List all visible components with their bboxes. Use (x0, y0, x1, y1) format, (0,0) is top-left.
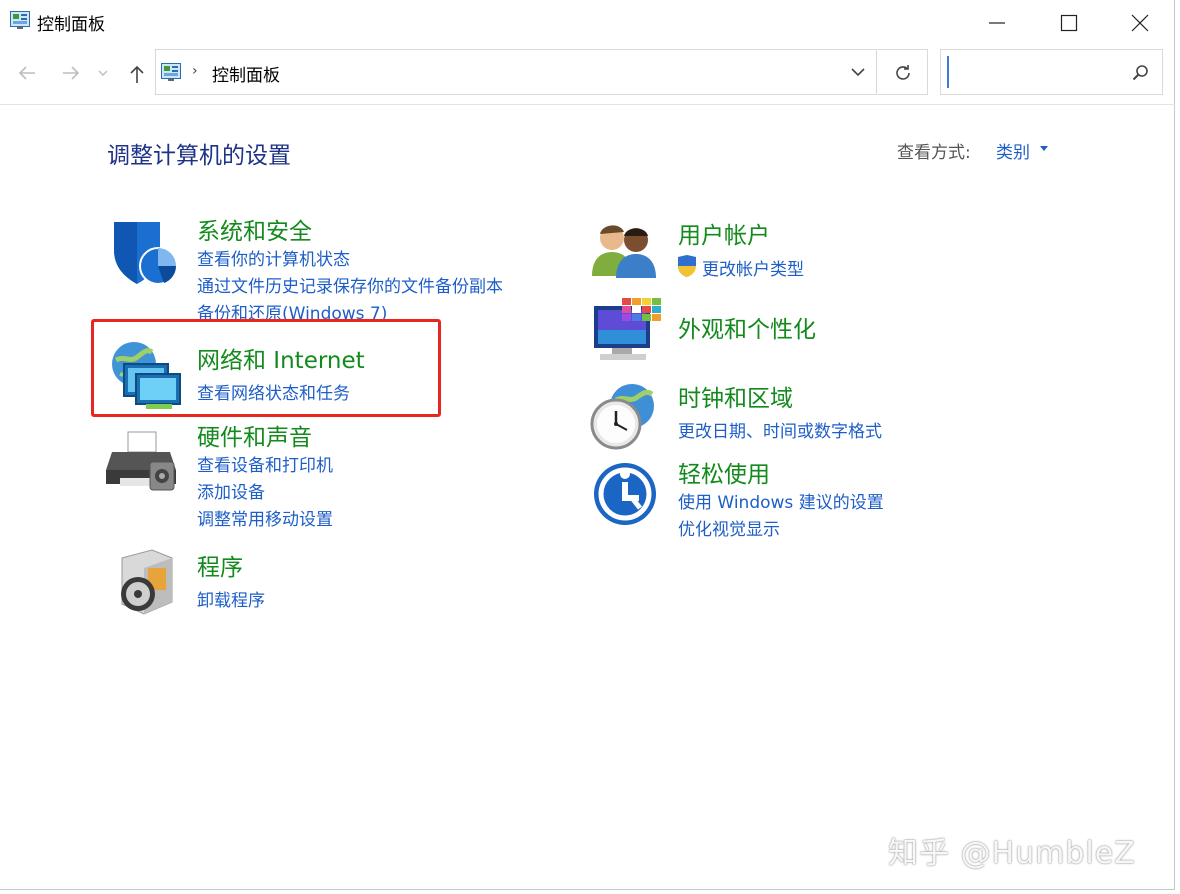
category-hardware-sound[interactable]: 硬件和声音 (197, 418, 312, 452)
recent-locations-button[interactable] (92, 58, 118, 88)
refresh-icon (896, 65, 910, 80)
shield-icon[interactable] (108, 216, 180, 288)
forward-arrow-icon (63, 66, 80, 80)
address-bar[interactable]: › 控制面板 (155, 49, 877, 95)
chevron-down-icon (98, 70, 108, 76)
category-user-accounts[interactable]: 用户帐户 (678, 216, 770, 250)
window-title: 控制面板 (37, 15, 105, 35)
clock-globe-icon[interactable] (588, 380, 660, 452)
view-by-dropdown[interactable]: 类别 (996, 138, 1030, 163)
category-system-security[interactable]: 系统和安全 (197, 212, 312, 246)
link-add-device[interactable]: 添加设备 (197, 478, 265, 503)
breadcrumb-control-panel[interactable]: 控制面板 (212, 61, 280, 86)
page-title: 调整计算机的设置 (107, 143, 291, 169)
link-optimize-visual-display[interactable]: 优化视觉显示 (678, 515, 780, 540)
back-button[interactable] (12, 58, 42, 88)
ease-of-access-icon[interactable] (592, 460, 658, 528)
search-icon[interactable] (1132, 64, 1150, 82)
users-icon[interactable] (590, 218, 660, 280)
navigation-bar: › 控制面板 (0, 44, 1175, 105)
link-uninstall-program[interactable]: 卸载程序 (197, 586, 265, 611)
link-devices-printers[interactable]: 查看设备和打印机 (197, 451, 333, 476)
control-panel-icon (10, 11, 30, 29)
link-change-date-time-format[interactable]: 更改日期、时间或数字格式 (678, 417, 882, 442)
search-box[interactable] (940, 49, 1163, 95)
breadcrumb-separator: › (192, 63, 198, 79)
category-ease-of-access[interactable]: 轻松使用 (678, 455, 770, 489)
category-programs[interactable]: 程序 (197, 548, 243, 582)
view-by-label: 查看方式: (897, 143, 971, 163)
watermark: 知乎 @HumbleZ (888, 836, 1136, 871)
up-arrow-icon (130, 65, 144, 83)
up-button[interactable] (122, 58, 152, 88)
control-panel-icon (161, 63, 181, 81)
link-windows-recommended-settings[interactable]: 使用 Windows 建议的设置 (678, 488, 884, 513)
monitor-palette-icon[interactable] (592, 296, 662, 364)
link-change-account-type[interactable]: 更改帐户类型 (702, 255, 804, 280)
link-view-computer-status[interactable]: 查看你的计算机状态 (197, 245, 350, 270)
close-icon (1131, 14, 1149, 32)
link-mobility-settings[interactable]: 调整常用移动设置 (197, 505, 333, 530)
category-appearance-personalization[interactable]: 外观和个性化 (678, 310, 816, 344)
maximize-icon (1060, 14, 1078, 32)
search-input[interactable] (947, 56, 1130, 88)
caret-down-icon[interactable] (1040, 146, 1048, 152)
control-panel-window: 控制面板 › 控制面板 调整计算机的设置 查看方式: 类别 系统和安全 查看你的… (0, 0, 1175, 890)
refresh-button[interactable] (878, 49, 928, 95)
highlight-annotation (91, 319, 441, 417)
category-clock-region[interactable]: 时钟和区域 (678, 379, 793, 413)
minimize-icon (989, 22, 1005, 24)
minimize-button[interactable] (962, 0, 1032, 44)
back-arrow-icon (18, 66, 35, 80)
uac-shield-icon (678, 255, 696, 277)
link-file-history[interactable]: 通过文件历史记录保存你的文件备份副本 (197, 272, 503, 297)
chevron-down-icon[interactable] (850, 64, 866, 80)
maximize-button[interactable] (1034, 0, 1104, 44)
close-button[interactable] (1105, 0, 1175, 44)
title-bar: 控制面板 (0, 0, 1175, 44)
programs-disc-icon[interactable] (114, 548, 176, 616)
forward-button[interactable] (56, 58, 86, 88)
printer-icon[interactable] (106, 428, 178, 494)
